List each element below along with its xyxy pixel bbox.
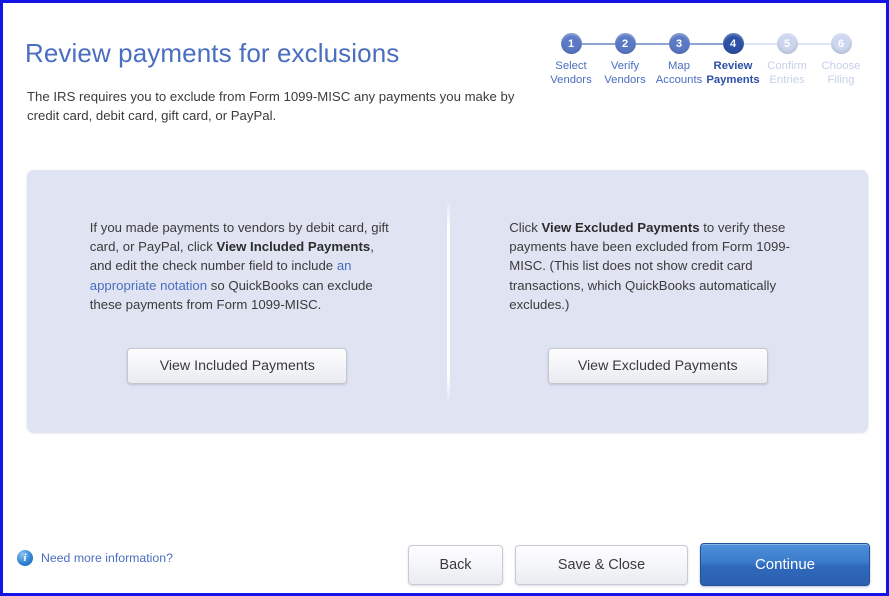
step-5-label: Confirm Entries — [767, 60, 807, 86]
step-5-confirm-entries: 5 Confirm Entries — [760, 33, 841, 87]
step-6-choose-filing: 6 Choose Filing — [814, 33, 868, 87]
step-6-label: Choose Filing — [821, 60, 861, 86]
need-more-information-label: Need more information? — [41, 551, 173, 565]
view-included-payments-button[interactable]: View Included Payments — [127, 348, 348, 385]
continue-button[interactable]: Continue — [700, 543, 870, 586]
included-bold-1: View Included Payments — [216, 239, 371, 255]
wizard-stepper: 1 Select Vendors 2 Verify Vendors 3 Map … — [544, 33, 868, 87]
view-excluded-payments-button[interactable]: View Excluded Payments — [547, 348, 768, 385]
excluded-bold-1: View Excluded Payments — [541, 220, 700, 235]
page-title: Review payments for exclusions — [25, 38, 400, 68]
step-2-verify-vendors[interactable]: 2 Verify Vendors — [598, 33, 679, 87]
step-5-number: 5 — [776, 33, 798, 54]
step-3-label: Map Accounts — [655, 60, 703, 86]
step-2-label: Verify Vendors — [604, 60, 646, 86]
step-1-select-vendors[interactable]: 1 Select Vendors — [544, 33, 625, 87]
step-2-number: 2 — [614, 33, 636, 54]
step-3-number: 3 — [668, 33, 690, 54]
excluded-payments-description: Click View Excluded Payments to verify t… — [509, 218, 814, 314]
step-3-map-accounts[interactable]: 3 Map Accounts — [652, 33, 733, 87]
info-icon: i — [17, 550, 33, 566]
intro-text: The IRS requires you to exclude from For… — [27, 89, 515, 123]
step-6-number: 6 — [830, 33, 852, 54]
wizard-window: Review payments for exclusions The IRS r… — [0, 0, 889, 596]
step-1-number: 1 — [560, 33, 582, 54]
wizard-content: Review payments for exclusions The IRS r… — [3, 3, 886, 593]
footer-button-group: Back Save & Close Continue — [408, 543, 870, 586]
save-and-close-button[interactable]: Save & Close — [515, 544, 688, 585]
step-4-number: 4 — [722, 33, 744, 54]
need-more-information-link[interactable]: i Need more information? — [17, 550, 173, 566]
excluded-payments-column: Click View Excluded Payments to verify t… — [448, 170, 869, 432]
back-button[interactable]: Back — [408, 544, 503, 585]
exclusions-panel: If you made payments to vendors by debit… — [27, 170, 868, 432]
footer-bar: i Need more information? Back Save & Clo… — [3, 533, 886, 593]
excluded-text-1: Click — [509, 220, 542, 235]
included-payments-description: If you made payments to vendors by debit… — [90, 218, 395, 314]
step-1-label: Select Vendors — [550, 60, 592, 86]
included-payments-column: If you made payments to vendors by debit… — [27, 170, 448, 432]
step-4-review-payments[interactable]: 4 Review Payments — [706, 33, 787, 87]
step-4-label: Review Payments — [706, 60, 760, 86]
panel-columns: If you made payments to vendors by debit… — [27, 170, 868, 432]
